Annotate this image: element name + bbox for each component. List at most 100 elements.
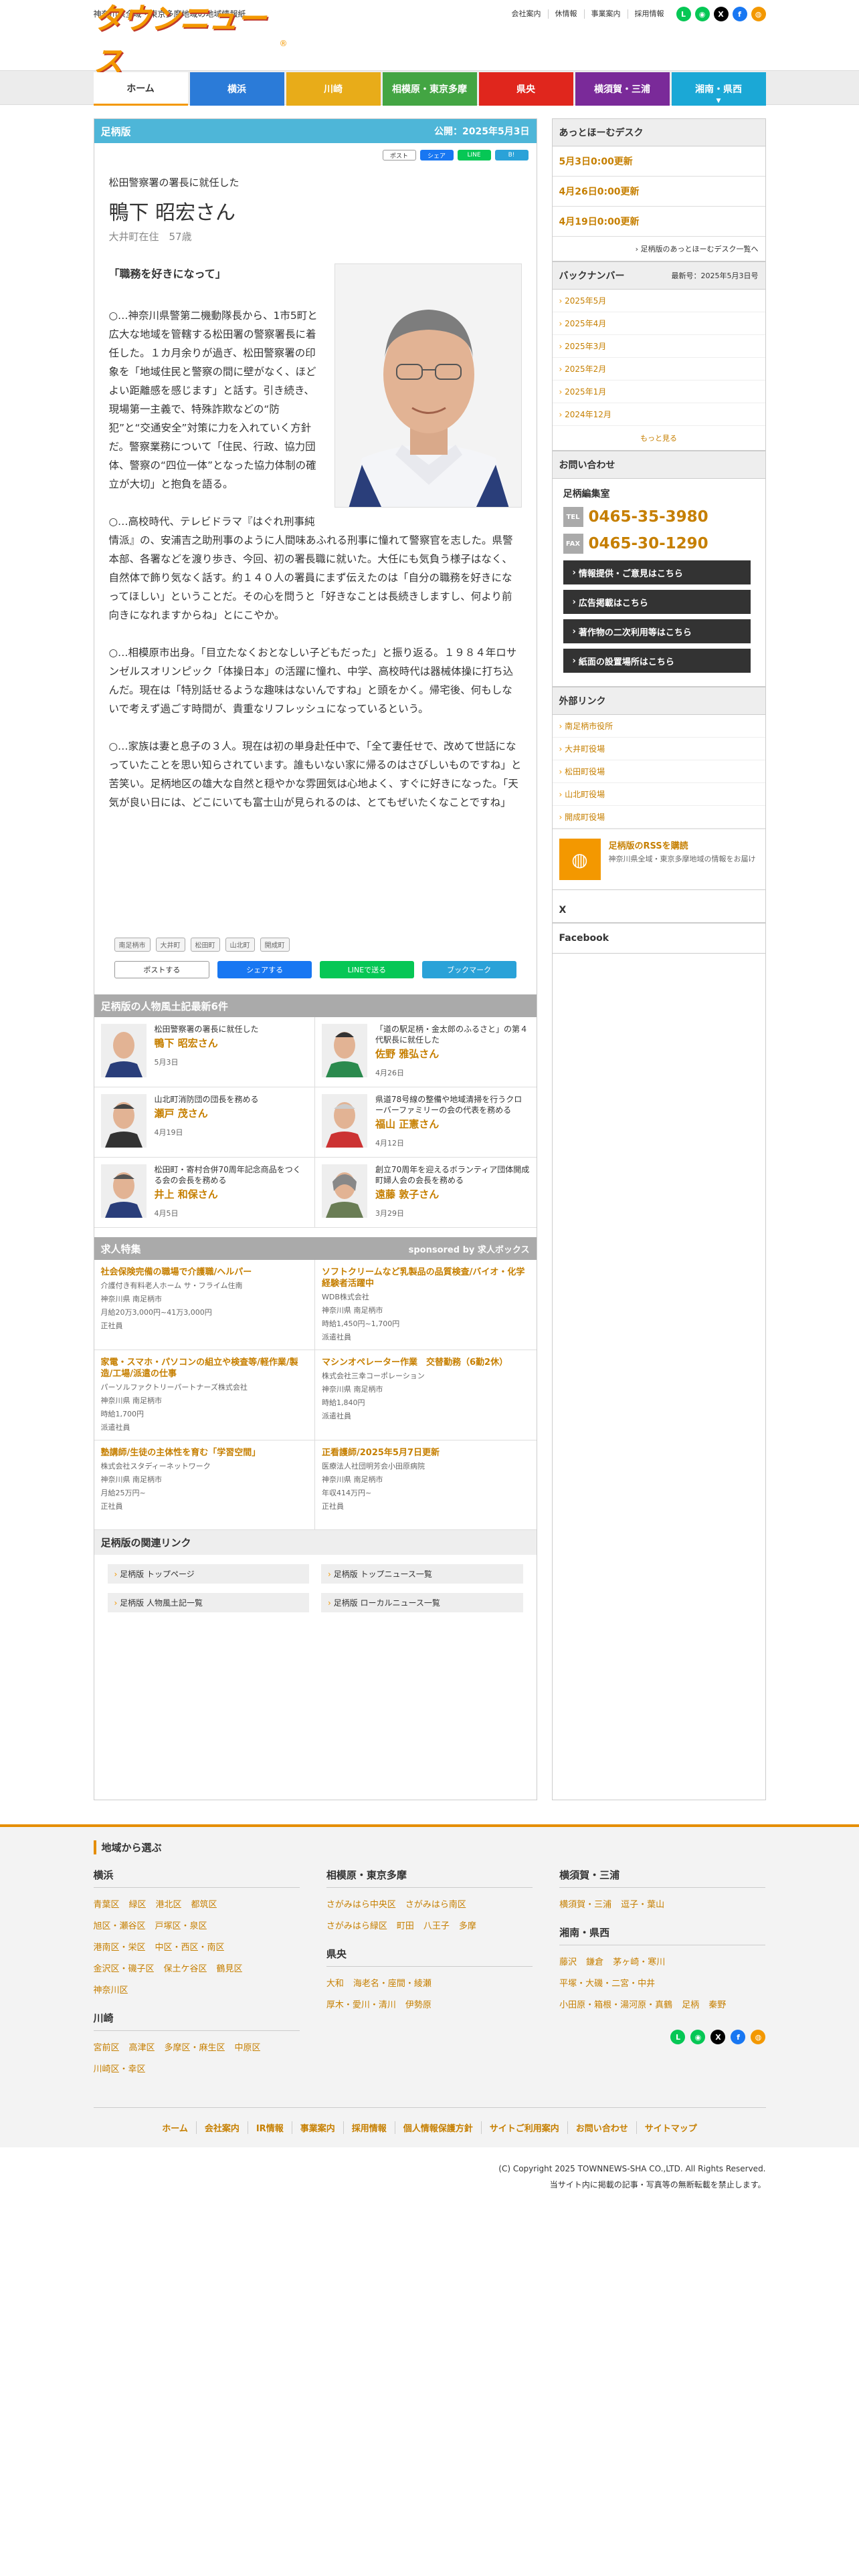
person-card[interactable]: 松田警察署の署長に就任した 鴨下 昭宏さん 5月3日	[94, 1017, 315, 1087]
tag-chip[interactable]: 開成町	[260, 938, 290, 952]
external-link[interactable]: 開成町役場	[552, 806, 765, 829]
job-card[interactable]: 社会保険完備の職場で介護職/ヘルパー 介護付き有料老人ホーム サ・フライム住南 神奈…	[94, 1260, 315, 1350]
copyright-button[interactable]: 著作物の二次利用等はこちら	[563, 619, 751, 643]
footer-link[interactable]: 採用情報	[343, 2121, 395, 2134]
region-title[interactable]: 県央	[326, 1947, 533, 1967]
region-link[interactable]: 金沢区・磯子区	[94, 1964, 155, 1974]
footer-link[interactable]: サイトマップ	[636, 2121, 705, 2134]
region-link[interactable]: 多摩区・麻生区	[165, 2043, 225, 2053]
line-share-button[interactable]: LINEで送る	[320, 961, 414, 978]
footer-link[interactable]: 会社案内	[195, 2121, 248, 2134]
region-link[interactable]: さがみはら南区	[405, 1900, 466, 1910]
region-title[interactable]: 相模原・東京多摩	[326, 1868, 533, 1888]
top-link-company[interactable]: 会社案内	[505, 9, 548, 19]
post-mini-button[interactable]: ポスト	[382, 150, 416, 160]
tag-chip[interactable]: 松田町	[190, 938, 220, 952]
footer-link[interactable]: 個人情報保護方針	[394, 2121, 481, 2134]
backnumber-more-link[interactable]: もっと見る	[553, 426, 765, 450]
line-icon[interactable]: L	[670, 2030, 686, 2044]
region-link[interactable]: 多摩	[459, 1921, 476, 1931]
nav-home[interactable]: ホーム	[93, 72, 188, 106]
top-link-business[interactable]: 事業案内	[583, 9, 628, 19]
site-logo[interactable]: タウンニュース ®	[94, 2, 288, 79]
bookmark-button[interactable]: ブックマーク	[421, 961, 516, 978]
top-link-recruit[interactable]: 採用情報	[627, 9, 671, 19]
tag-chip[interactable]: 大井町	[155, 938, 185, 952]
backnumber-item[interactable]: 2024年12月	[552, 403, 765, 426]
person-card[interactable]: 「道の駅足柄・金太郎のふるさと」の第４代駅長に就任した 佐野 雅弘さん 4月26日	[315, 1017, 537, 1087]
region-title[interactable]: 川崎	[93, 2011, 300, 2031]
rss-icon[interactable]: ◍	[751, 2030, 766, 2044]
related-link[interactable]: 足柄版 ローカルニュース一覧	[321, 1593, 523, 1612]
nav-kawasaki[interactable]: 川崎	[286, 72, 381, 106]
footer-link[interactable]: 事業案内	[291, 2121, 343, 2134]
job-card[interactable]: ソフトクリームなど乳製品の品質検査/バイオ・化学経験者活躍中 WDB株式会社 神奈川…	[315, 1260, 537, 1350]
x-icon[interactable]: X	[713, 7, 729, 21]
region-link[interactable]: さがみはら中央区	[326, 1900, 396, 1910]
region-title[interactable]: 横須賀・三浦	[559, 1868, 766, 1888]
distribution-button[interactable]: 紙面の設置場所はこちら	[563, 649, 751, 673]
related-link[interactable]: 足柄版 人物風土記一覧	[107, 1593, 309, 1612]
line-icon[interactable]: L	[676, 7, 691, 21]
post-button[interactable]: ポストする	[114, 961, 210, 978]
backnumber-item[interactable]: 2025年5月	[552, 290, 765, 312]
region-link[interactable]: 川崎区・幸区	[94, 2064, 146, 2074]
job-card[interactable]: 塾講師/生徒の主体性を育む「学習空間」 株式会社スタディーネットワーク 神奈川県 南…	[94, 1440, 315, 1530]
tag-chip[interactable]: 山北町	[225, 938, 255, 952]
nav-yokohama[interactable]: 横浜	[189, 72, 284, 106]
backnumber-item[interactable]: 2025年1月	[552, 381, 765, 403]
job-card[interactable]: 家電・スマホ・パソコンの組立や検査等/軽作業/製造/工場/派遣の仕事 パーソルファ…	[94, 1350, 315, 1440]
region-link[interactable]: 逗子・葉山	[621, 1900, 664, 1910]
region-link[interactable]: 都筑区	[191, 1900, 217, 1910]
line-chat-icon[interactable]: ◉	[690, 2030, 706, 2044]
tag-chip[interactable]: 南足柄市	[114, 938, 151, 952]
region-link[interactable]: 神奈川区	[94, 1985, 128, 1996]
region-link[interactable]: 青葉区	[94, 1900, 120, 1910]
region-link[interactable]: 高津区	[129, 2043, 155, 2053]
region-link[interactable]: 海老名・座間・綾瀬	[353, 1979, 432, 1989]
external-link[interactable]: 大井町役場	[552, 738, 765, 760]
region-link[interactable]: 町田	[397, 1921, 414, 1931]
footer-link[interactable]: サイトご利用案内	[480, 2121, 567, 2134]
region-link[interactable]: 伊勢原	[405, 2000, 432, 2010]
region-link[interactable]: 横須賀・三浦	[559, 1900, 611, 1910]
backnumber-item[interactable]: 2025年3月	[552, 335, 765, 358]
nav-shonan[interactable]: 湘南・県西 ▼	[671, 72, 766, 106]
region-link[interactable]: 港北区	[156, 1900, 182, 1910]
facebook-icon[interactable]: f	[731, 2030, 746, 2044]
region-link[interactable]: 鎌倉	[586, 1957, 603, 1967]
region-link[interactable]: 八王子	[423, 1921, 450, 1931]
region-link[interactable]: 厚木・愛川・清川	[326, 2000, 396, 2010]
bookmark-mini-button[interactable]: B!	[494, 150, 529, 160]
external-link[interactable]: 山北町役場	[552, 783, 765, 806]
desk-item[interactable]: 4月26日0:00更新	[552, 177, 765, 207]
person-card[interactable]: 創立70周年を迎えるボランティア団体開成町婦人会の会長を務める 遠藤 敦子さん 3月…	[315, 1158, 537, 1228]
region-link[interactable]: 港南区・栄区	[94, 1943, 146, 1953]
nav-kenou[interactable]: 県央	[478, 72, 573, 106]
person-card[interactable]: 松田町・寄村合併70周年記念商品をつくる会の会長を務める 井上 和保さん 4月5日	[94, 1158, 315, 1228]
region-title[interactable]: 湘南・県西	[559, 1925, 766, 1945]
region-link[interactable]: 緑区	[129, 1900, 147, 1910]
ad-button[interactable]: 広告掲載はこちら	[563, 590, 751, 614]
desk-item[interactable]: 4月19日0:00更新	[552, 207, 765, 237]
facebook-icon[interactable]: f	[732, 7, 747, 21]
region-link[interactable]: 中区・西区・南区	[155, 1943, 225, 1953]
tel-number[interactable]: 0465-35-3980	[589, 508, 708, 526]
region-link[interactable]: 旭区・瀬谷区	[94, 1921, 146, 1931]
region-link[interactable]: 保土ケ谷区	[164, 1964, 207, 1974]
region-link[interactable]: 中原区	[235, 2043, 261, 2053]
region-link[interactable]: 平塚・大磯・二宮・中井	[559, 1979, 655, 1989]
rss-icon[interactable]: ◍	[751, 7, 766, 21]
region-link[interactable]: 大和	[326, 1979, 344, 1989]
nav-yokosuka[interactable]: 横須賀・三浦	[575, 72, 670, 106]
region-link[interactable]: 秦野	[708, 2000, 726, 2010]
region-link[interactable]: 小田原・箱根・湯河原・真鶴	[559, 2000, 672, 2010]
top-link-holiday[interactable]: 休情報	[547, 9, 584, 19]
info-submit-button[interactable]: 情報提供・ご意見はこちら	[563, 560, 751, 584]
external-link[interactable]: 松田町役場	[552, 760, 765, 783]
job-card[interactable]: マシンオペレーター作業 交替勤務（6勤2休） 株式会社三幸コーポレーション 神奈川県…	[315, 1350, 537, 1440]
backnumber-item[interactable]: 2025年2月	[552, 358, 765, 381]
region-link[interactable]: さがみはら緑区	[326, 1921, 387, 1931]
region-link[interactable]: 鶴見区	[217, 1964, 243, 1974]
line-mini-button[interactable]: LINE	[457, 150, 491, 160]
